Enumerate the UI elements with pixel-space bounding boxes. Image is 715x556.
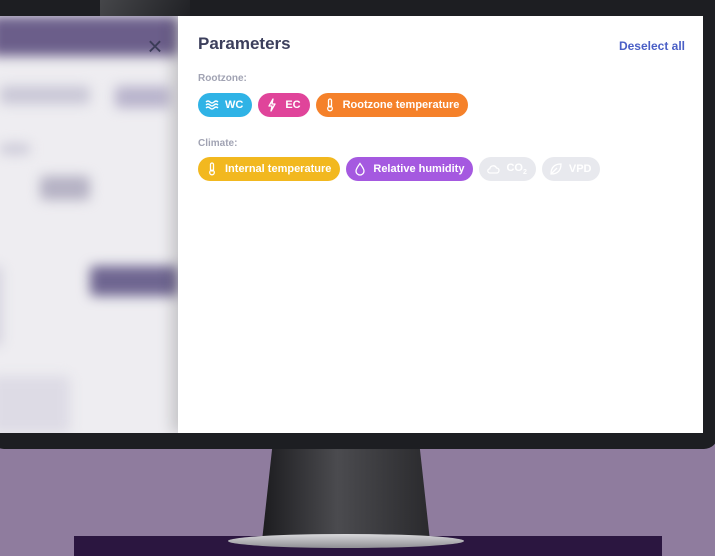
deselect-all-button[interactable]: Deselect all [619, 39, 685, 53]
chip-label: Relative humidity [373, 163, 465, 175]
chip-co2[interactable]: CO2 [479, 157, 536, 181]
parameters-panel: Parameters Deselect all Rootzone: WC EC … [178, 16, 703, 433]
droplet-icon [353, 162, 367, 176]
thermometer-icon [205, 162, 219, 176]
thermometer-icon [323, 98, 337, 112]
climate-chips: Internal temperature Relative humidity C… [198, 157, 601, 181]
chip-label: WC [225, 99, 244, 111]
panel-title: Parameters [198, 34, 291, 53]
group-label-rootzone: Rootzone: [198, 73, 247, 84]
cloud-icon [486, 162, 501, 176]
chip-label: VPD [568, 163, 592, 175]
chip-label: Rootzone temperature [342, 99, 460, 111]
background-app-blurred: × [0, 16, 178, 433]
rootzone-chips: WC EC Rootzone temperature [198, 93, 469, 117]
monitor-stand-base [228, 534, 464, 548]
close-icon[interactable]: × [142, 33, 168, 60]
chip-vpd[interactable]: VPD [541, 157, 601, 181]
chip-label: EC [285, 99, 301, 111]
chip-rootzone-temperature[interactable]: Rootzone temperature [315, 93, 469, 117]
chip-label: Internal temperature [225, 163, 332, 175]
chip-relative-humidity[interactable]: Relative humidity [346, 157, 474, 181]
monitor-stand-neck [262, 449, 430, 541]
leaf-icon [549, 162, 563, 176]
monitor-frame: × Parameters Deselect all Rootzone: WC E… [0, 0, 715, 449]
chip-wc[interactable]: WC [198, 93, 253, 117]
chip-label: CO2 [506, 161, 527, 177]
lightning-icon [265, 98, 279, 112]
screen: × Parameters Deselect all Rootzone: WC E… [0, 16, 703, 433]
chip-internal-temperature[interactable]: Internal temperature [198, 157, 341, 181]
chip-ec[interactable]: EC [258, 93, 310, 117]
waves-icon [205, 98, 219, 112]
group-label-climate: Climate: [198, 138, 238, 149]
